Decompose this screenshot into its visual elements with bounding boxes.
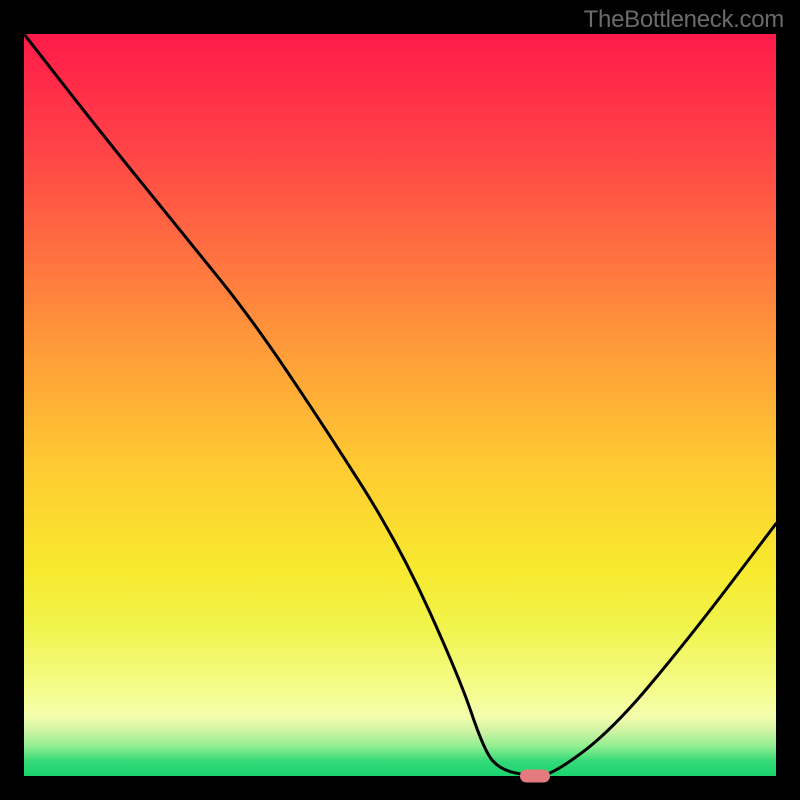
optimum-marker [520,770,550,783]
curve-path [24,34,776,776]
bottleneck-curve [24,34,776,776]
plot-area [24,34,776,776]
chart-container: TheBottleneck.com [0,0,800,800]
watermark-text: TheBottleneck.com [584,6,784,34]
